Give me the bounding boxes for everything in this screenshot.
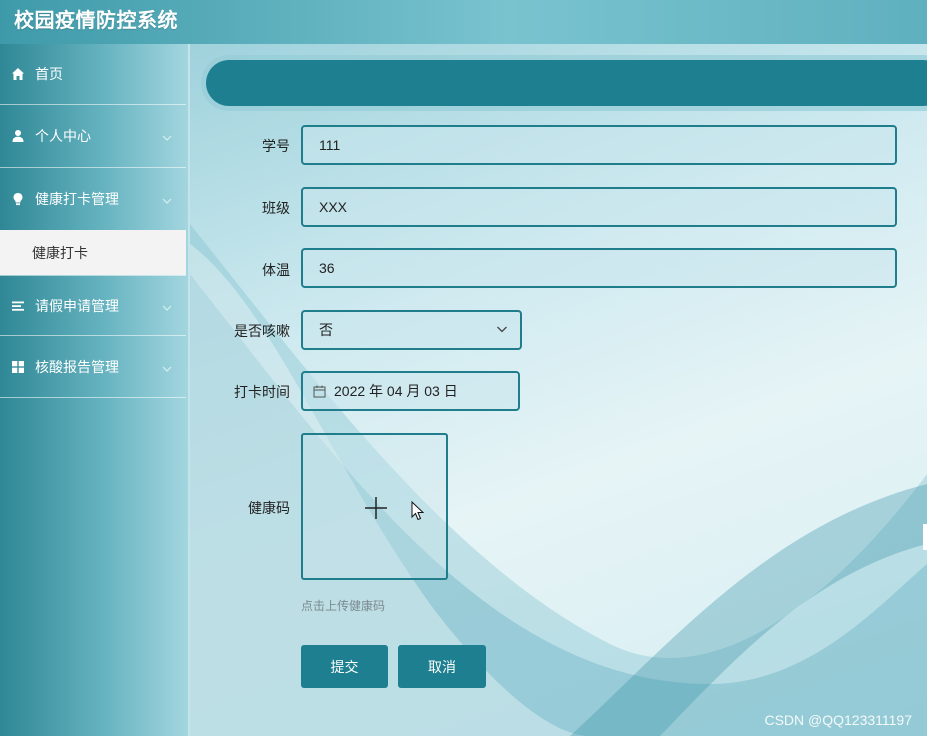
sidebar-item-health-checkin-mgmt[interactable]: 健康打卡管理 [0,168,186,230]
submit-button[interactable]: 提交 [301,645,388,688]
temperature-value: 36 [319,260,335,276]
chevron-down-icon [162,301,172,311]
health-code-upload[interactable] [301,433,448,580]
grid-icon [10,359,26,375]
checkin-time-label: 打卡时间 [234,385,290,401]
app-header: 校园疫情防控系统 [0,0,927,44]
sidebar-item-label: 健康打卡管理 [35,192,119,208]
sidebar-item-label: 核酸报告管理 [35,359,119,376]
sidebar-item-nucleic-report-mgmt[interactable]: 核酸报告管理 [0,336,186,398]
student-id-value: 111 [319,137,341,153]
cough-select[interactable]: 否 [301,310,522,350]
bulb-icon [10,191,26,207]
sidebar-item-leave-request-mgmt[interactable]: 请假申请管理 [0,275,186,336]
checkin-time-value: 2022 年 04 月 03 日 [334,383,458,399]
plus-icon [364,496,388,524]
class-label: 班级 [262,201,290,217]
chevron-down-icon [496,322,508,338]
health-code-hint: 点击上传健康码 [301,599,386,613]
health-code-label: 健康码 [248,501,290,517]
cough-value: 否 [319,322,333,338]
home-icon [10,66,26,82]
class-value: XXX [319,199,348,215]
sidebar-subitem-health-checkin[interactable]: 健康打卡 [0,230,186,275]
student-id-label: 学号 [262,139,290,155]
chevron-down-icon [162,362,172,372]
watermark: CSDN @QQ123311197 [764,712,912,728]
main-content: 学号 111 班级 XXX 体温 36 是否咳嗽 否 打卡时间 2022 年 0… [190,44,927,736]
calendar-icon [313,385,326,398]
sidebar-item-personal-center[interactable]: 个人中心 [0,105,186,168]
sidebar-item-label: 请假申请管理 [35,298,119,315]
class-input[interactable]: XXX [301,187,897,227]
chevron-down-icon [162,131,172,141]
temperature-label: 体温 [262,263,290,279]
sidebar-item-home[interactable]: 首页 [0,44,186,105]
list-icon [10,298,26,314]
app-title: 校园疫情防控系统 [14,8,178,32]
side-drawer-handle[interactable] [923,524,927,550]
cursor-icon [411,500,425,525]
sidebar: 首页 个人中心 健康打卡管理 健康打卡 请假申请管理 核酸报告管理 [0,44,190,736]
checkin-time-datepicker[interactable]: 2022 年 04 月 03 日 [301,371,520,411]
health-checkin-form: 学号 111 班级 XXX 体温 36 是否咳嗽 否 打卡时间 2022 年 0… [190,44,927,736]
user-icon [10,128,26,144]
sidebar-item-label: 首页 [35,67,63,83]
cough-label: 是否咳嗽 [234,324,290,340]
cancel-button[interactable]: 取消 [398,645,486,688]
student-id-input[interactable]: 111 [301,125,897,165]
temperature-input[interactable]: 36 [301,248,897,288]
sidebar-item-label: 个人中心 [35,129,91,145]
chevron-down-icon [162,194,172,204]
